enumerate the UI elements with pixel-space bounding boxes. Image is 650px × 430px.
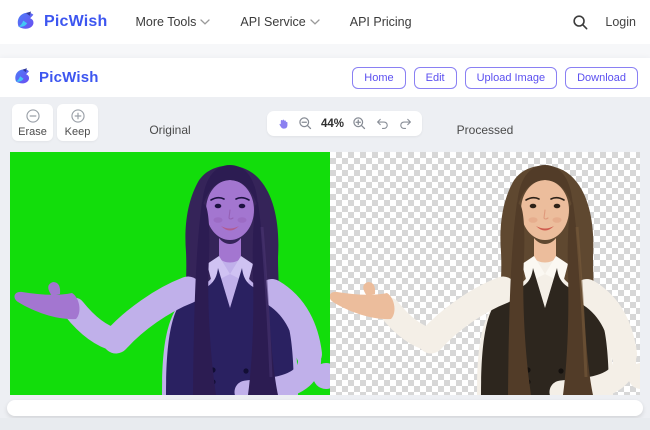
- picwish-logo-icon: [17, 11, 34, 29]
- nav-api-pricing[interactable]: API Pricing: [350, 15, 412, 29]
- undo-icon[interactable]: [375, 116, 390, 131]
- keep-label: Keep: [64, 125, 91, 138]
- redo-icon[interactable]: [398, 116, 413, 131]
- edit-button[interactable]: Edit: [413, 66, 457, 89]
- chevron-down-icon: [200, 19, 211, 25]
- hand-pan-icon[interactable]: [276, 117, 290, 131]
- keep-tool-button[interactable]: Keep: [57, 104, 98, 141]
- brand-name: PicWish: [44, 13, 108, 30]
- page-background: [0, 418, 650, 430]
- brand-name: PicWish: [39, 69, 99, 86]
- erase-label: Erase: [18, 125, 47, 138]
- editor-logo[interactable]: PicWish: [12, 67, 99, 88]
- editor-actions: Home Edit Upload Image Download: [352, 66, 638, 89]
- top-navbar: PicWish More Tools API Service API Prici…: [0, 0, 650, 44]
- circle-plus-icon: [70, 108, 85, 123]
- woman-figure-processed: [330, 165, 640, 395]
- chevron-down-icon: [310, 19, 320, 25]
- zoom-toolbar: 44%: [267, 111, 423, 136]
- zoom-level-value[interactable]: 44%: [321, 118, 344, 130]
- download-button[interactable]: Download: [565, 66, 638, 89]
- editor-panel: PicWish Home Edit Upload Image Download …: [0, 58, 650, 418]
- editor-header: PicWish Home Edit Upload Image Download: [0, 58, 650, 97]
- picwish-app: PicWish More Tools API Service API Prici…: [0, 0, 650, 430]
- page-gap: [0, 44, 650, 58]
- picwish-logo-icon: [15, 68, 30, 84]
- processed-pane-label: Processed: [456, 123, 514, 137]
- nav-api-service[interactable]: API Service: [240, 15, 320, 29]
- site-logo[interactable]: PicWish: [14, 10, 108, 34]
- processed-image-canvas[interactable]: [330, 152, 640, 395]
- woman-figure-original: [14, 165, 330, 395]
- nav-more-tools[interactable]: More Tools: [136, 15, 211, 29]
- editor-workarea: Erase Keep Original Processed 44%: [0, 97, 650, 418]
- upload-image-button[interactable]: Upload Image: [464, 66, 558, 89]
- home-button[interactable]: Home: [352, 66, 406, 89]
- original-pane-label: Original: [149, 123, 191, 137]
- zoom-in-icon[interactable]: [352, 116, 367, 131]
- circle-minus-icon: [25, 108, 40, 123]
- original-image-canvas[interactable]: [10, 152, 330, 395]
- erase-tool-button[interactable]: Erase: [12, 104, 53, 141]
- login-link[interactable]: Login: [605, 15, 636, 29]
- site-nav: More Tools API Service API Pricing: [136, 15, 412, 29]
- search-icon[interactable]: [572, 14, 589, 31]
- horizontal-scrollbar[interactable]: [7, 400, 643, 416]
- zoom-out-icon[interactable]: [298, 116, 313, 131]
- topnav-right: Login: [572, 14, 636, 31]
